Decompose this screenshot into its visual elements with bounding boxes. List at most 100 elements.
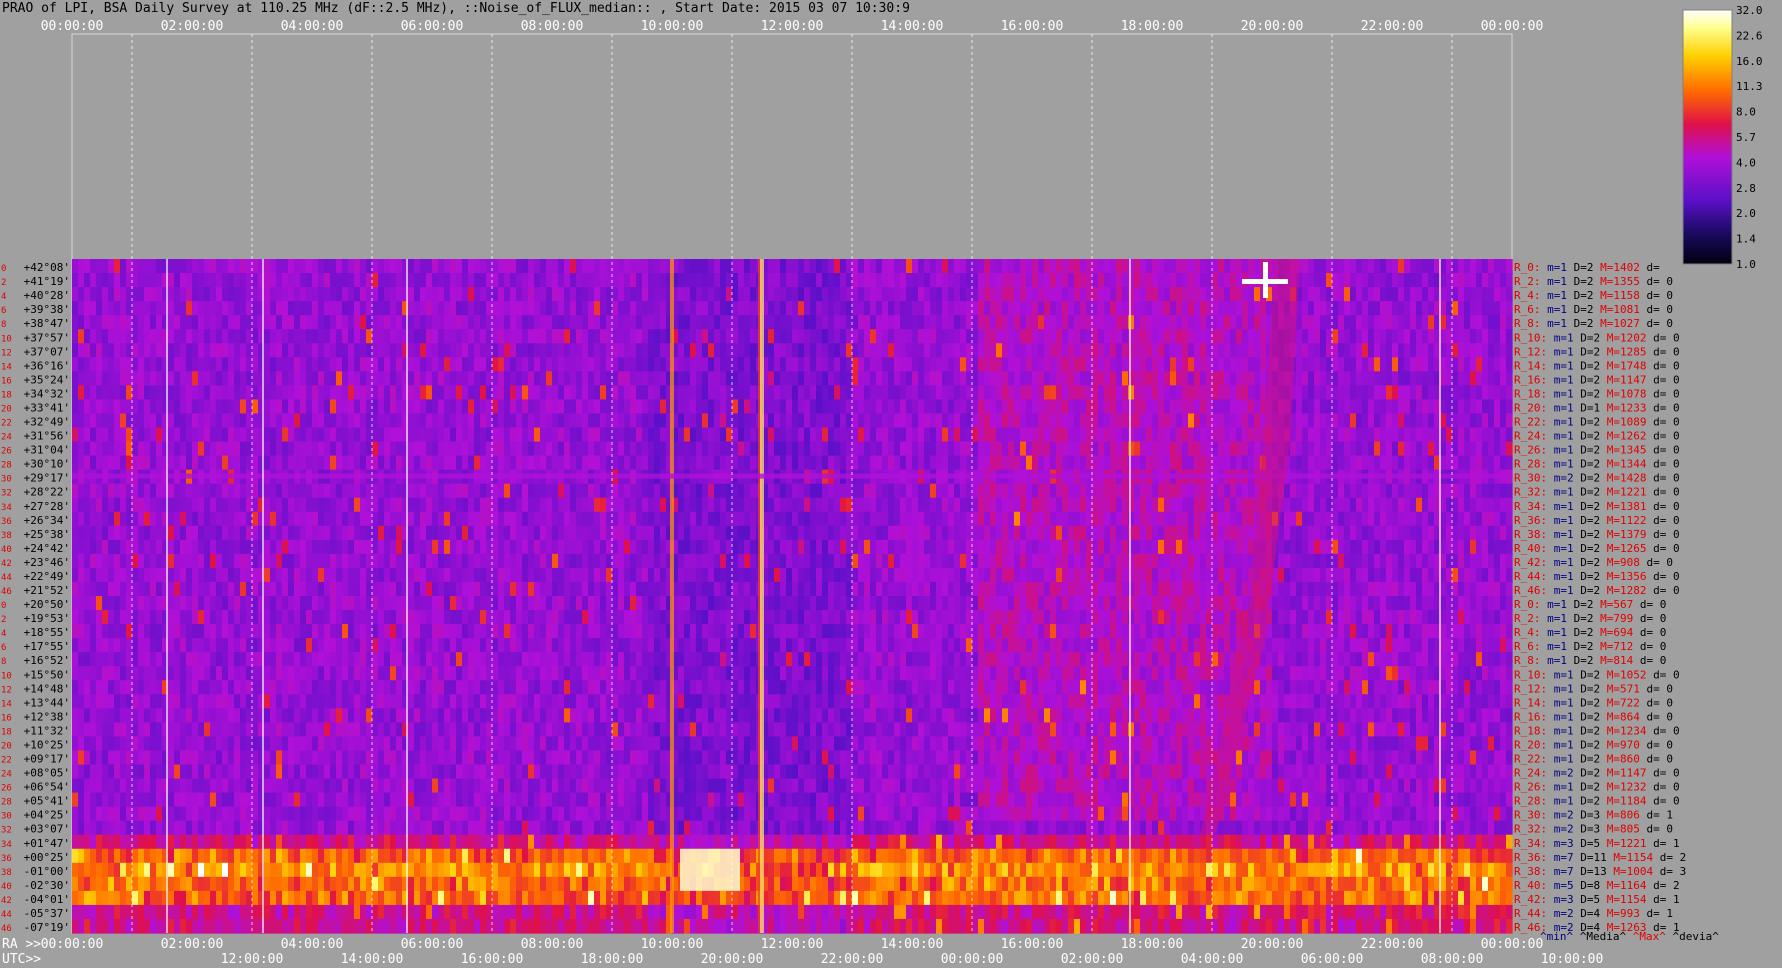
heatmap-cell — [270, 455, 277, 471]
heatmap-cell — [1260, 385, 1267, 401]
heatmap-cell — [726, 385, 733, 401]
heatmap-cell — [552, 371, 559, 386]
heatmap-cell — [150, 483, 157, 499]
heatmap-cell — [474, 525, 481, 541]
heatmap-cell — [1182, 301, 1189, 316]
heatmap-cell — [846, 385, 853, 401]
heatmap-cell — [474, 301, 481, 316]
heatmap-cell — [210, 273, 217, 288]
heatmap-cell — [1044, 441, 1051, 457]
heatmap-cell — [432, 539, 439, 555]
heatmap-cell — [1188, 483, 1195, 499]
heatmap-cell — [138, 427, 145, 443]
heatmap-cell — [102, 525, 109, 541]
heatmap-cell — [330, 525, 337, 541]
heatmap-cell — [1320, 287, 1327, 302]
heatmap-cell — [990, 525, 997, 541]
heatmap-cell — [576, 483, 583, 499]
heatmap-cell — [1392, 385, 1399, 401]
heatmap-cell — [1296, 329, 1303, 344]
heatmap-cell — [822, 539, 829, 555]
heatmap-cell — [474, 399, 481, 415]
heatmap-cell — [390, 399, 397, 415]
heatmap-cell — [1338, 329, 1345, 344]
heatmap-cell — [720, 287, 727, 302]
heatmap-cell — [426, 427, 433, 443]
heatmap-cell — [804, 441, 811, 457]
heatmap-cell — [114, 259, 121, 274]
heatmap-cell — [426, 315, 433, 330]
heatmap-cell — [1002, 273, 1009, 288]
heatmap-cell — [618, 497, 625, 513]
heatmap-cell — [924, 371, 931, 386]
heatmap-cell — [534, 301, 541, 316]
heatmap-cell — [216, 273, 223, 288]
heatmap-cell — [1026, 301, 1033, 316]
heatmap-cell — [1320, 343, 1327, 358]
heatmap-cell — [1500, 413, 1507, 429]
heatmap-cell — [1428, 441, 1435, 457]
heatmap-cell — [834, 413, 841, 429]
heatmap-cell — [780, 259, 787, 274]
heatmap-cell — [534, 427, 541, 443]
heatmap-cell — [1356, 385, 1363, 401]
heatmap-cell — [1020, 343, 1027, 358]
heatmap-cell — [1332, 371, 1339, 386]
heatmap-cell — [564, 455, 571, 471]
heatmap-cell — [72, 301, 79, 316]
heatmap-cell — [1332, 511, 1339, 527]
heatmap-cell — [1230, 399, 1237, 415]
heatmap-cell — [1218, 385, 1225, 401]
heatmap-cell — [138, 497, 145, 513]
heatmap-cell — [120, 385, 127, 401]
heatmap-cell — [876, 315, 883, 330]
heatmap-cell — [1074, 525, 1081, 541]
heatmap-cell — [192, 497, 199, 513]
heatmap-cell — [240, 525, 247, 541]
heatmap-cell — [216, 371, 223, 386]
heatmap-cell — [1422, 315, 1429, 330]
heatmap-cell — [876, 357, 883, 372]
heatmap-cell — [936, 413, 943, 429]
heatmap-cell — [114, 413, 121, 429]
heatmap-cell — [906, 371, 913, 386]
heatmap-cell — [984, 427, 991, 443]
heatmap-cell — [342, 539, 349, 555]
heatmap-cell — [882, 511, 889, 527]
heatmap-cell — [342, 455, 349, 471]
heatmap-cell — [654, 413, 661, 429]
heatmap-cell — [1356, 511, 1363, 527]
heatmap-cell — [582, 357, 589, 372]
heatmap-cell — [1200, 539, 1207, 555]
heatmap-cell — [312, 259, 319, 274]
heatmap-cell — [1458, 455, 1465, 471]
heatmap-cell — [498, 441, 505, 457]
heatmap-cell — [690, 259, 697, 274]
heatmap-cell — [816, 301, 823, 316]
heatmap-cell — [354, 511, 361, 527]
heatmap-cell — [348, 525, 355, 541]
heatmap-cell — [72, 385, 79, 401]
heatmap-cell — [1014, 511, 1021, 527]
heatmap-cell — [198, 539, 205, 555]
heatmap-cell — [414, 441, 421, 457]
heatmap-cell — [642, 371, 649, 386]
heatmap-cell — [900, 301, 907, 316]
heatmap-cell — [1302, 399, 1309, 415]
heatmap-cell — [972, 483, 979, 499]
heatmap-cell — [72, 287, 79, 302]
heatmap-cell — [1098, 497, 1105, 513]
heatmap-cell — [456, 273, 463, 288]
heatmap-cell — [648, 287, 655, 302]
heatmap-cell — [474, 539, 481, 555]
heatmap-cell — [1338, 315, 1345, 330]
heatmap-cell — [114, 371, 121, 386]
heatmap-cell — [456, 539, 463, 555]
heatmap-cell — [702, 441, 709, 457]
heatmap-cell — [1248, 497, 1255, 513]
heatmap-cell — [528, 357, 535, 372]
heatmap-cell — [552, 329, 559, 344]
heatmap-cell — [1476, 511, 1483, 527]
heatmap-cell — [1398, 357, 1405, 372]
heatmap-cell — [1176, 259, 1183, 274]
